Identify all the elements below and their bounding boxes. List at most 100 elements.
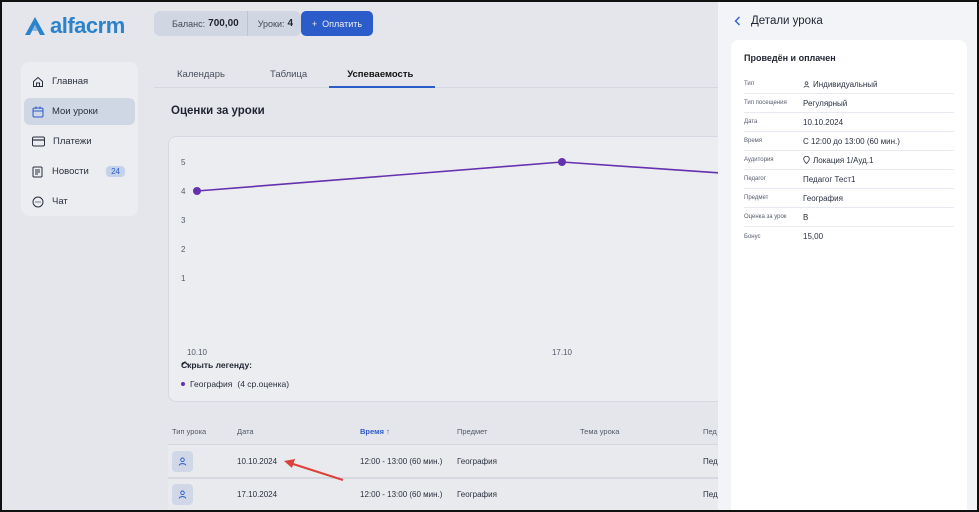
detail-row-attendance-type: Тип посещения Регулярный: [744, 94, 954, 113]
sidebar-item-label: Чат: [52, 196, 68, 207]
lessons-table: Тип урока Дата Время ↑ Предмет Тема урок…: [168, 418, 758, 510]
hide-legend-toggle[interactable]: Скрыть легенду:: [181, 360, 252, 370]
detail-value: Педагог Тест1: [803, 174, 856, 184]
line-chart: 5 4 3 2 1 10.10 17.10: [181, 158, 730, 357]
data-point[interactable]: [193, 187, 201, 195]
logo[interactable]: alfacrm: [24, 13, 125, 39]
detail-label: Тип: [744, 81, 755, 87]
tab-table[interactable]: Таблица: [247, 61, 329, 88]
news-count-badge: 24: [106, 166, 125, 177]
details-card: Проведён и оплачен Тип Индивидуальный Ти…: [731, 40, 967, 510]
detail-row-time: Время С 12:00 до 13:00 (60 мин.): [744, 132, 954, 151]
detail-value: География: [803, 193, 843, 203]
detail-label: Тип посещения: [744, 100, 787, 106]
y-tick-label: 1: [181, 274, 186, 283]
person-icon: [178, 490, 187, 499]
sidebar-item-label: Платежи: [53, 136, 92, 147]
data-point[interactable]: [558, 158, 566, 166]
grades-chart: 5 4 3 2 1 10.10 17.10 Скрыть легенду: Географи…: [168, 136, 748, 402]
type-cell: [168, 450, 237, 472]
detail-value: 10.10.2024: [803, 117, 844, 127]
balance-segment: Баланс: 700,00: [154, 11, 247, 36]
col-subject[interactable]: Предмет: [457, 427, 580, 436]
y-tick-label: 4: [181, 187, 186, 196]
tab-progress[interactable]: Успеваемость: [329, 61, 436, 88]
app-window: alfacrm Баланс: 700,00 Уроки: 4 + Оплати…: [2, 2, 977, 510]
subject-cell: География: [457, 490, 497, 499]
sort-arrow-icon: ↑: [386, 426, 390, 436]
detail-value: Индивидуальный: [803, 80, 878, 89]
col-date[interactable]: Дата: [237, 427, 360, 436]
table-row[interactable]: 17.10.2024 12:00 - 13:00 (60 мин.) Геогр…: [168, 478, 758, 510]
subject-cell: География: [457, 456, 497, 466]
individual-badge: [172, 450, 193, 472]
legend-series-name: География: [190, 379, 233, 389]
detail-label: Оценка за урок: [744, 214, 787, 220]
person-icon: [178, 457, 187, 466]
lesson-status: Проведён и оплачен: [744, 53, 836, 63]
detail-label: Время: [744, 138, 763, 144]
date-cell: 17.10.2024: [237, 490, 278, 499]
panel-header: Детали урока: [718, 2, 977, 40]
panel-title: Детали урока: [751, 15, 823, 27]
col-time-label: Время: [360, 426, 384, 436]
balance-label: Баланс:: [172, 18, 206, 29]
detail-value: Локация 1/Ауд.1: [803, 156, 873, 165]
detail-row-room: Аудитория Локация 1/Ауд.1: [744, 151, 954, 170]
pay-button[interactable]: + Оплатить: [301, 11, 373, 36]
date-cell: 10.10.2024: [237, 456, 278, 466]
col-topic[interactable]: Тема урока: [580, 427, 703, 436]
detail-label: Бонус: [744, 233, 761, 240]
sidebar-item-my-lessons[interactable]: Мои уроки: [24, 98, 135, 125]
card-icon: [32, 136, 45, 147]
sidebar-item-home[interactable]: Главная: [24, 68, 135, 95]
time-cell: 12:00 - 13:00 (60 мин.): [360, 456, 443, 466]
series-line: [196, 161, 730, 192]
back-arrow-icon[interactable]: [734, 16, 741, 26]
legend-dot: [181, 382, 185, 386]
detail-value: 15,00: [803, 232, 824, 241]
detail-value-text: Локация 1/Ауд.1: [813, 155, 874, 165]
logo-text: alfacrm: [50, 13, 125, 38]
col-type[interactable]: Тип урока: [168, 427, 237, 436]
sidebar-item-payments[interactable]: Платежи: [24, 128, 135, 155]
chevron-up-icon: [181, 361, 189, 366]
sidebar-item-chat[interactable]: Чат: [24, 188, 135, 215]
plus-icon: +: [311, 18, 318, 29]
individual-badge: [172, 484, 193, 505]
person-icon: [803, 80, 810, 88]
legend-item[interactable]: География (4 ср.оценка): [181, 379, 289, 389]
detail-row-subject: Предмет География: [744, 189, 954, 208]
table-header: Тип урока Дата Время ↑ Предмет Тема урок…: [168, 418, 758, 445]
x-tick-label: 10.10: [187, 348, 208, 357]
screen-frame: alfacrm Баланс: 700,00 Уроки: 4 + Оплати…: [0, 0, 979, 512]
legend-series-note: (4 ср.оценка): [237, 379, 290, 389]
lessons-value: 4: [287, 18, 294, 29]
detail-row-grade: Оценка за урок В: [744, 208, 954, 227]
hide-legend-label: Скрыть легенду:: [181, 360, 252, 370]
col-time[interactable]: Время ↑: [360, 427, 457, 436]
section-title: Оценки за уроки: [171, 105, 265, 117]
sidebar-item-label: Новости: [52, 166, 89, 177]
chat-icon: [32, 196, 44, 207]
detail-label: Педагог: [744, 176, 766, 182]
detail-value: В: [803, 212, 809, 222]
detail-value: Регулярный: [803, 98, 848, 108]
balance-box: Баланс: 700,00 Уроки: 4: [154, 11, 302, 36]
sidebar-item-label: Мои уроки: [52, 106, 98, 117]
lessons-segment: Уроки: 4: [246, 11, 301, 36]
x-tick-label: 17.10: [552, 348, 573, 357]
tab-calendar[interactable]: Календарь: [154, 61, 247, 88]
tab-bar: Календарь Таблица Успеваемость: [154, 61, 734, 88]
detail-row-teacher: Педагог Педагог Тест1: [744, 170, 954, 189]
table-row[interactable]: 10.10.2024 12:00 - 13:00 (60 мин.) Геогр…: [168, 445, 758, 478]
sidebar-item-news[interactable]: Новости 24: [24, 158, 135, 185]
lessons-label: Уроки:: [257, 18, 285, 29]
y-tick-label: 3: [181, 216, 186, 225]
y-tick-label: 5: [181, 158, 186, 167]
detail-row-date: Дата 10.10.2024: [744, 113, 954, 132]
detail-row-type: Тип Индивидуальный: [744, 75, 954, 94]
detail-value-text: Индивидуальный: [813, 79, 878, 89]
detail-label: Предмет: [744, 195, 769, 201]
time-cell: 12:00 - 13:00 (60 мин.): [360, 490, 443, 499]
